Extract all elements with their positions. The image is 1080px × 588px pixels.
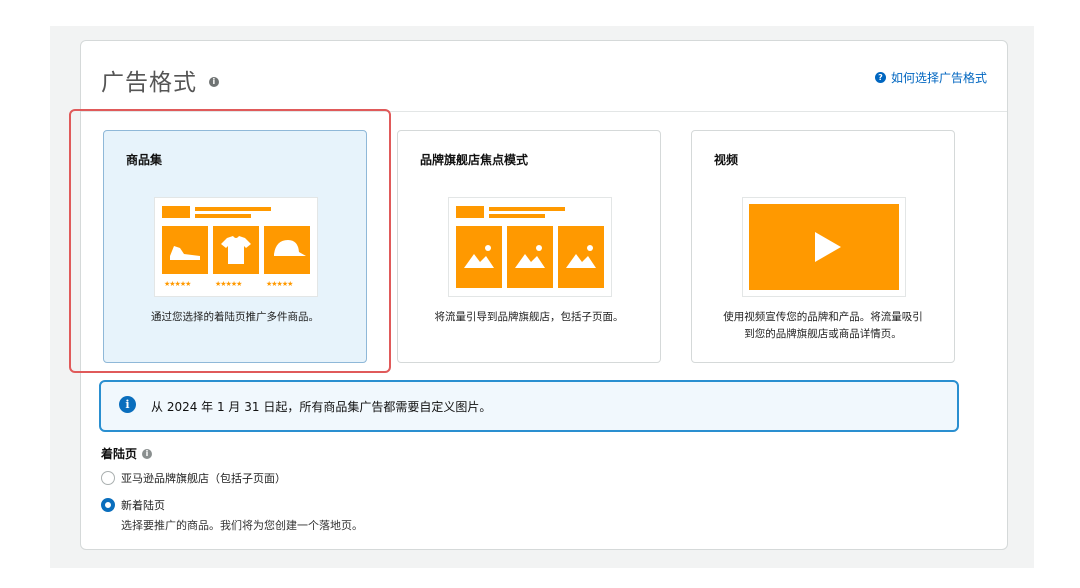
info-icon[interactable]: i (142, 448, 153, 459)
image-placeholder-icon (456, 226, 502, 288)
info-circle-icon: i (119, 396, 136, 413)
cap-icon (264, 226, 310, 274)
help-link-text[interactable]: 如何选择广告格式 (891, 69, 987, 86)
format-card-video[interactable]: 视频 使用视频宣传您的品牌和产品。将流量吸引到您的品牌旗舰店或商品详情页。 (691, 130, 955, 363)
rating-stars: ★★★★★ (266, 280, 293, 288)
format-card-store-spotlight[interactable]: 品牌旗舰店焦点模式 将流量引导到品牌旗舰店，包括子页面。 (397, 130, 661, 363)
question-icon: ? (874, 72, 886, 83)
help-link[interactable]: ? 如何选择广告格式 (874, 69, 987, 86)
radio-label: 新着陆页 (121, 499, 165, 512)
card-title: 视频 (714, 153, 739, 167)
rating-stars: ★★★★★ (215, 280, 242, 288)
radio-brand-store[interactable]: 亚马逊品牌旗舰店（包括子页面） (101, 470, 286, 486)
info-icon[interactable]: i (209, 76, 220, 87)
radio-button[interactable] (101, 471, 115, 485)
format-card-product-collection[interactable]: 商品集 ★★★★★ ★★★★★ ★★★★★ 通过您选择的着陆页推广多件商品。 (103, 130, 367, 363)
landing-page-label-text: 着陆页 (101, 447, 138, 461)
tshirt-icon (213, 226, 259, 274)
radio-button-checked[interactable] (101, 498, 115, 512)
rating-stars: ★★★★★ (164, 280, 191, 288)
play-icon (749, 204, 899, 290)
section-title-text: 广告格式 (101, 70, 197, 96)
store-spotlight-illustration (448, 197, 612, 297)
product-collection-illustration: ★★★★★ ★★★★★ ★★★★★ (154, 197, 318, 297)
card-description: 通过您选择的着陆页推广多件商品。 (151, 311, 319, 323)
notice-text: 从 2024 年 1 月 31 日起，所有商品集广告都需要自定义图片。 (151, 400, 492, 414)
card-description: 将流量引导到品牌旗舰店，包括子页面。 (434, 311, 624, 323)
image-placeholder-icon (507, 226, 553, 288)
panel-header: 广告格式 i ? 如何选择广告格式 (81, 41, 1007, 112)
card-title: 品牌旗舰店焦点模式 (420, 153, 529, 167)
info-notice: i 从 2024 年 1 月 31 日起，所有商品集广告都需要自定义图片。 (99, 380, 959, 432)
card-description: 使用视频宣传您的品牌和产品。将流量吸引到您的品牌旗舰店或商品详情页。 (723, 311, 923, 340)
image-placeholder-icon (558, 226, 604, 288)
radio-new-landing-page[interactable]: 新着陆页 (101, 497, 165, 513)
ad-format-panel: 广告格式 i ? 如何选择广告格式 商品集 ★★★★★ ★★★★★ ★★★★★ … (69, 40, 1008, 550)
radio-description: 选择要推广的商品。我们将为您创建一个落地页。 (121, 519, 363, 532)
card-title: 商品集 (126, 153, 163, 167)
shoe-icon (162, 226, 208, 274)
section-title: 广告格式 i (101, 63, 220, 97)
video-illustration (742, 197, 906, 297)
landing-page-label: 着陆页 i (101, 445, 153, 462)
radio-label: 亚马逊品牌旗舰店（包括子页面） (121, 472, 286, 485)
